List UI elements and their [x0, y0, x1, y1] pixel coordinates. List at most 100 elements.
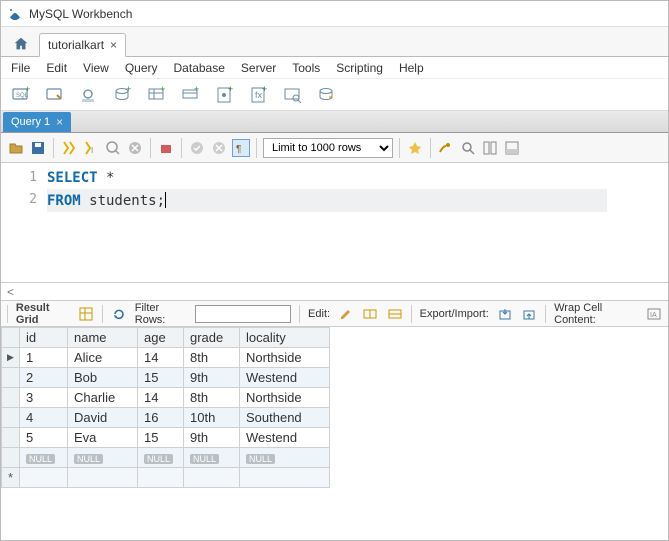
add-row-icon[interactable]: [362, 305, 378, 323]
horizontal-scroll[interactable]: <: [1, 283, 668, 301]
null-badge: NULL: [26, 454, 55, 464]
table-row[interactable]: 5 Eva 15 9th Westend: [2, 428, 330, 448]
grid-view-icon[interactable]: [77, 305, 93, 323]
search-table-data-icon[interactable]: [281, 83, 305, 107]
cell[interactable]: Charlie: [68, 388, 138, 408]
cell[interactable]: 2: [20, 368, 68, 388]
cell[interactable]: 8th: [184, 388, 240, 408]
editor-tab-query1[interactable]: Query 1 ×: [3, 112, 71, 132]
refresh-icon[interactable]: [111, 305, 127, 323]
menu-database[interactable]: Database: [174, 61, 225, 75]
main-toolbar: SQL+ + + + + fx+: [1, 79, 668, 111]
cell[interactable]: 15: [138, 428, 184, 448]
toggle-whitespace-icon[interactable]: ¶: [232, 139, 250, 157]
cell[interactable]: Bob: [68, 368, 138, 388]
menu-edit[interactable]: Edit: [46, 61, 67, 75]
cell[interactable]: 1: [20, 348, 68, 368]
reconnect-icon[interactable]: [315, 83, 339, 107]
table-null-row[interactable]: NULL NULL NULL NULL NULL: [2, 448, 330, 468]
cell[interactable]: Northside: [240, 388, 330, 408]
null-badge: NULL: [74, 454, 103, 464]
table-row[interactable]: 3 Charlie 14 8th Northside: [2, 388, 330, 408]
cell[interactable]: Westend: [240, 428, 330, 448]
row-header-corner: [2, 328, 20, 348]
export-icon[interactable]: [497, 305, 513, 323]
stop-icon[interactable]: [126, 139, 144, 157]
cell[interactable]: Northside: [240, 348, 330, 368]
menu-query[interactable]: Query: [125, 61, 158, 75]
cell[interactable]: Alice: [68, 348, 138, 368]
create-schema-icon[interactable]: +: [111, 83, 135, 107]
table-row[interactable]: 2 Bob 15 9th Westend: [2, 368, 330, 388]
search-icon[interactable]: [459, 139, 477, 157]
wrap-cell-icon[interactable]: IA: [646, 305, 662, 323]
cell[interactable]: 14: [138, 388, 184, 408]
col-age[interactable]: age: [138, 328, 184, 348]
delete-row-icon[interactable]: [387, 305, 403, 323]
close-icon[interactable]: ×: [56, 116, 63, 128]
execute-current-icon[interactable]: I: [82, 139, 100, 157]
cell[interactable]: 5: [20, 428, 68, 448]
open-file-icon[interactable]: [7, 139, 25, 157]
import-icon[interactable]: [521, 305, 537, 323]
limit-rows-select[interactable]: Limit to 1000 rows: [263, 138, 393, 158]
cell[interactable]: 9th: [184, 428, 240, 448]
code-body[interactable]: SELECT * FROM students;: [47, 163, 607, 282]
cell[interactable]: Westend: [240, 368, 330, 388]
cell[interactable]: 14: [138, 348, 184, 368]
create-procedure-icon[interactable]: +: [213, 83, 237, 107]
cell[interactable]: 8th: [184, 348, 240, 368]
toggle-autocommit-icon[interactable]: [157, 139, 175, 157]
inspector-icon[interactable]: [77, 83, 101, 107]
menu-tools[interactable]: Tools: [292, 61, 320, 75]
cell[interactable]: 15: [138, 368, 184, 388]
connection-tab[interactable]: tutorialkart ×: [39, 33, 126, 57]
menu-view[interactable]: View: [83, 61, 109, 75]
col-id[interactable]: id: [20, 328, 68, 348]
create-view-icon[interactable]: +: [179, 83, 203, 107]
home-button[interactable]: [7, 32, 35, 56]
code-text: *: [98, 170, 115, 186]
result-grid[interactable]: id name age grade locality ▶ 1 Alice 14 …: [1, 327, 668, 488]
cell[interactable]: Eva: [68, 428, 138, 448]
save-icon[interactable]: [29, 139, 47, 157]
create-function-icon[interactable]: fx+: [247, 83, 271, 107]
text-cursor: [165, 192, 166, 208]
cell[interactable]: David: [68, 408, 138, 428]
svg-text:IA: IA: [650, 312, 657, 319]
col-locality[interactable]: locality: [240, 328, 330, 348]
panel-toggle-icon[interactable]: [503, 139, 521, 157]
explain-icon[interactable]: [104, 139, 122, 157]
new-sql-tab-icon[interactable]: SQL+: [9, 83, 33, 107]
close-icon[interactable]: ×: [110, 39, 117, 51]
col-name[interactable]: name: [68, 328, 138, 348]
filter-rows-input[interactable]: [195, 305, 291, 323]
edit-row-icon[interactable]: [338, 305, 354, 323]
commit-icon[interactable]: [188, 139, 206, 157]
menu-server[interactable]: Server: [241, 61, 276, 75]
cell[interactable]: 16: [138, 408, 184, 428]
execute-icon[interactable]: [60, 139, 78, 157]
cell[interactable]: 9th: [184, 368, 240, 388]
line-number: 1: [5, 167, 37, 189]
sql-editor[interactable]: 1 2 SELECT * FROM students;: [1, 163, 668, 283]
rollback-icon[interactable]: [210, 139, 228, 157]
table-row[interactable]: 4 David 16 10th Southend: [2, 408, 330, 428]
table-row[interactable]: ▶ 1 Alice 14 8th Northside: [2, 348, 330, 368]
beautify-icon[interactable]: [406, 139, 424, 157]
menubar: File Edit View Query Database Server Too…: [1, 57, 668, 79]
snippets-icon[interactable]: [481, 139, 499, 157]
cell[interactable]: 3: [20, 388, 68, 408]
table-new-row[interactable]: *: [2, 468, 330, 488]
create-table-icon[interactable]: +: [145, 83, 169, 107]
menu-scripting[interactable]: Scripting: [336, 61, 383, 75]
menu-file[interactable]: File: [11, 61, 30, 75]
cell[interactable]: 10th: [184, 408, 240, 428]
col-grade[interactable]: grade: [184, 328, 240, 348]
home-icon: [12, 35, 30, 53]
cell[interactable]: 4: [20, 408, 68, 428]
menu-help[interactable]: Help: [399, 61, 424, 75]
find-icon[interactable]: [437, 139, 455, 157]
open-sql-script-icon[interactable]: [43, 83, 67, 107]
cell[interactable]: Southend: [240, 408, 330, 428]
